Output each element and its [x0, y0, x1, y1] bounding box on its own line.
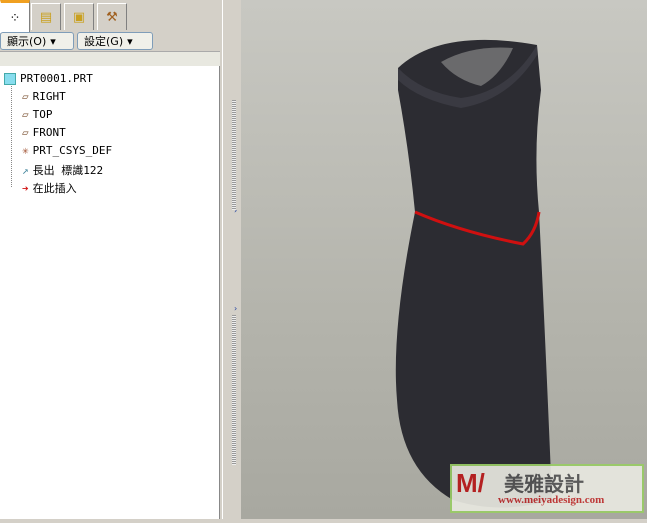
tree-item[interactable]: ▱ RIGHT	[22, 90, 66, 103]
tree-header	[0, 51, 220, 66]
folder-icon: ▣	[72, 9, 86, 25]
insert-here-arrow-icon: ➔	[22, 181, 29, 195]
tree-item-label: PRT_CSYS_DEF	[32, 144, 113, 157]
tab-model-tree[interactable]: ⁘	[0, 0, 30, 33]
settings-button[interactable]: 設定(G) ▾	[77, 32, 153, 50]
tree-root-label: PRT0001.PRT	[20, 72, 93, 85]
tab-tools[interactable]: ⚒	[97, 3, 127, 30]
tree-item[interactable]: ✳ PRT_CSYS_DEF	[22, 144, 112, 157]
chevron-down-icon: ▾	[127, 34, 133, 48]
left-panel: ⁘ ▤ ▣ ⚒ 顯示(O) ▾ 設定(G) ▾ PRT0001.PRT ▱ RIGHT…	[0, 0, 222, 519]
tree-item-label: 長出 標識122	[32, 164, 104, 177]
tree-item-label: TOP	[32, 108, 53, 121]
tree-item[interactable]: ↗ 長出 標識122	[22, 162, 103, 178]
vase-model	[395, 39, 552, 508]
tree-item-label: RIGHT	[32, 90, 66, 103]
watermark-logo: M/	[456, 468, 485, 498]
tree-item[interactable]: ➔ 在此插入	[22, 180, 77, 196]
coordinate-system-icon: ✳	[22, 144, 29, 157]
tree-root[interactable]: PRT0001.PRT	[4, 72, 93, 85]
tree-item-label: 在此插入	[32, 182, 77, 195]
model-tree: PRT0001.PRT ▱ RIGHT ▱ TOP ▱ FRONT ✳ PRT_CSYS…	[0, 66, 220, 519]
datum-plane-icon: ▱	[22, 90, 29, 103]
watermark-brand: 美雅設計	[504, 472, 584, 496]
show-button[interactable]: 顯示(O) ▾	[0, 32, 74, 50]
scrollbar-grip[interactable]	[232, 315, 236, 465]
settings-label: 設定(G)	[84, 35, 124, 48]
model-tree-icon: ⁘	[9, 10, 21, 26]
tab-layers[interactable]: ▤	[31, 3, 61, 30]
layers-icon: ▤	[39, 9, 53, 25]
watermark: M/ 美雅設計 www.meiyadesign.com	[450, 464, 644, 513]
datum-plane-icon: ▱	[22, 126, 29, 139]
tree-item[interactable]: ▱ FRONT	[22, 126, 66, 139]
watermark-url: www.meiyadesign.com	[498, 494, 605, 506]
tree-item[interactable]: ▱ TOP	[22, 108, 53, 121]
expand-right-icon[interactable]: ›	[234, 304, 237, 313]
scrollbar-grip[interactable]	[232, 100, 236, 210]
3d-viewport[interactable]	[241, 0, 647, 519]
hammer-icon: ⚒	[106, 9, 118, 25]
part-icon	[4, 72, 16, 85]
tree-item-label: FRONT	[32, 126, 66, 139]
protrusion-icon: ↗	[22, 163, 29, 177]
show-label: 顯示(O)	[7, 35, 47, 48]
datum-plane-icon: ▱	[22, 108, 29, 121]
tab-folder[interactable]: ▣	[64, 3, 94, 30]
panel-tabs: ⁘ ▤ ▣ ⚒	[0, 0, 222, 33]
chevron-down-icon: ▾	[50, 34, 56, 48]
